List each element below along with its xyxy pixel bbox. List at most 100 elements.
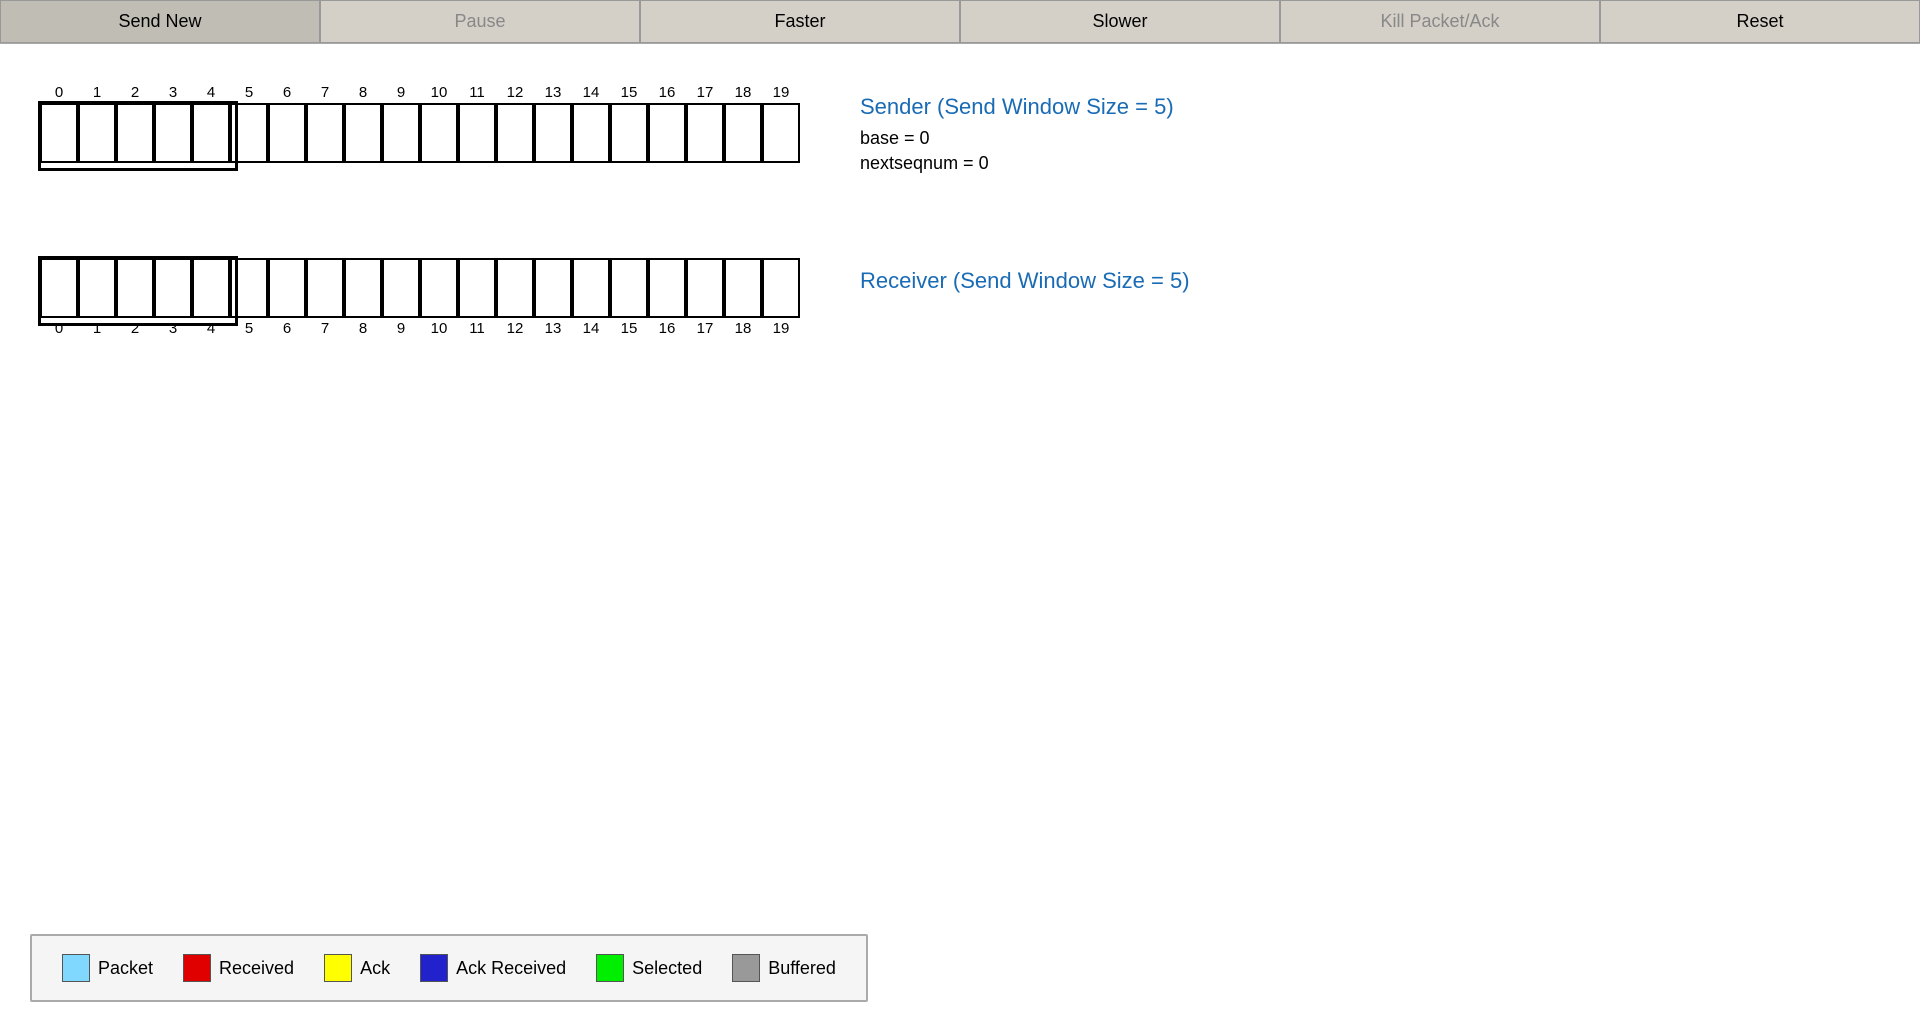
sender-packet-13 (534, 103, 572, 163)
receiver-packet-8 (344, 258, 382, 318)
sender-number-9: 9 (382, 84, 420, 101)
sender-packet-0 (40, 103, 78, 163)
sender-number-10: 10 (420, 84, 458, 101)
faster-button[interactable]: Faster (640, 0, 960, 43)
receiver-window-group (40, 258, 230, 318)
receiver-packet-2 (116, 258, 154, 318)
toolbar: Send New Pause Faster Slower Kill Packet… (0, 0, 1920, 44)
receiver-number-14: 14 (572, 320, 610, 337)
receiver-packets: 012345678910111213141516171819 (40, 258, 800, 337)
legend-label-5: Buffered (768, 958, 836, 979)
legend-color-3 (420, 954, 448, 982)
kill-packet-ack-button[interactable]: Kill Packet/Ack (1280, 0, 1600, 43)
sender-packet-17 (686, 103, 724, 163)
receiver-number-18: 18 (724, 320, 762, 337)
receiver-section: 012345678910111213141516171819 Receiver … (40, 258, 1880, 337)
receiver-packet-16 (648, 258, 686, 318)
legend-color-4 (596, 954, 624, 982)
sender-packet-5 (230, 103, 268, 163)
legend-item-ack-received: Ack Received (420, 954, 566, 982)
sender-number-17: 17 (686, 84, 724, 101)
sender-number-5: 5 (230, 84, 268, 101)
sender-number-2: 2 (116, 84, 154, 101)
pause-button[interactable]: Pause (320, 0, 640, 43)
receiver-number-13: 13 (534, 320, 572, 337)
sender-number-3: 3 (154, 84, 192, 101)
sender-number-1: 1 (78, 84, 116, 101)
receiver-number-8: 8 (344, 320, 382, 337)
sender-packet-14 (572, 103, 610, 163)
receiver-packet-18 (724, 258, 762, 318)
sender-window-group (40, 103, 230, 163)
sender-number-14: 14 (572, 84, 610, 101)
sender-packet-1 (78, 103, 116, 163)
sender-title: Sender (Send Window Size = 5) (860, 94, 1174, 120)
receiver-number-11: 11 (458, 320, 496, 337)
slower-button[interactable]: Slower (960, 0, 1280, 43)
sender-number-0: 0 (40, 84, 78, 101)
receiver-packet-5 (230, 258, 268, 318)
sender-number-11: 11 (458, 84, 496, 101)
receiver-packet-4 (192, 258, 230, 318)
reset-button[interactable]: Reset (1600, 0, 1920, 43)
receiver-number-15: 15 (610, 320, 648, 337)
legend-item-packet: Packet (62, 954, 153, 982)
receiver-packet-3 (154, 258, 192, 318)
legend-label-2: Ack (360, 958, 390, 979)
sender-number-18: 18 (724, 84, 762, 101)
sender-number-4: 4 (192, 84, 230, 101)
receiver-number-17: 17 (686, 320, 724, 337)
receiver-packet-13 (534, 258, 572, 318)
sender-info: Sender (Send Window Size = 5) base = 0 n… (860, 94, 1174, 178)
legend-label-1: Received (219, 958, 294, 979)
sender-number-8: 8 (344, 84, 382, 101)
receiver-number-5: 5 (230, 320, 268, 337)
legend-label-3: Ack Received (456, 958, 566, 979)
sender-number-7: 7 (306, 84, 344, 101)
receiver-packet-14 (572, 258, 610, 318)
sender-number-13: 13 (534, 84, 572, 101)
receiver-info: Receiver (Send Window Size = 5) (860, 268, 1190, 302)
sender-number-6: 6 (268, 84, 306, 101)
sender-packets-row (40, 103, 800, 163)
sender-number-15: 15 (610, 84, 648, 101)
legend-color-2 (324, 954, 352, 982)
receiver-title: Receiver (Send Window Size = 5) (860, 268, 1190, 294)
sender-packet-numbers: 012345678910111213141516171819 (40, 84, 800, 101)
legend-color-5 (732, 954, 760, 982)
receiver-number-19: 19 (762, 320, 800, 337)
legend-item-selected: Selected (596, 954, 702, 982)
receiver-packets-row (40, 258, 800, 318)
legend-item-ack: Ack (324, 954, 390, 982)
sender-packet-12 (496, 103, 534, 163)
receiver-packet-1 (78, 258, 116, 318)
receiver-packet-6 (268, 258, 306, 318)
sender-packet-6 (268, 103, 306, 163)
sender-packet-19 (762, 103, 800, 163)
legend-item-received: Received (183, 954, 294, 982)
receiver-packet-9 (382, 258, 420, 318)
receiver-packet-numbers: 012345678910111213141516171819 (40, 320, 800, 337)
receiver-packet-7 (306, 258, 344, 318)
receiver-packet-17 (686, 258, 724, 318)
send-new-button[interactable]: Send New (0, 0, 320, 43)
sender-number-12: 12 (496, 84, 534, 101)
sender-number-19: 19 (762, 84, 800, 101)
sender-packet-3 (154, 103, 192, 163)
sender-packet-8 (344, 103, 382, 163)
receiver-number-10: 10 (420, 320, 458, 337)
main-content: 012345678910111213141516171819 Sender (S… (0, 44, 1920, 357)
receiver-number-6: 6 (268, 320, 306, 337)
legend-item-buffered: Buffered (732, 954, 836, 982)
receiver-packet-11 (458, 258, 496, 318)
sender-nextseqnum: nextseqnum = 0 (860, 153, 1174, 174)
receiver-packet-10 (420, 258, 458, 318)
receiver-number-12: 12 (496, 320, 534, 337)
legend-label-0: Packet (98, 958, 153, 979)
receiver-packet-19 (762, 258, 800, 318)
receiver-number-2: 2 (116, 320, 154, 337)
sender-packet-16 (648, 103, 686, 163)
receiver-number-3: 3 (154, 320, 192, 337)
sender-packet-7 (306, 103, 344, 163)
legend-label-4: Selected (632, 958, 702, 979)
